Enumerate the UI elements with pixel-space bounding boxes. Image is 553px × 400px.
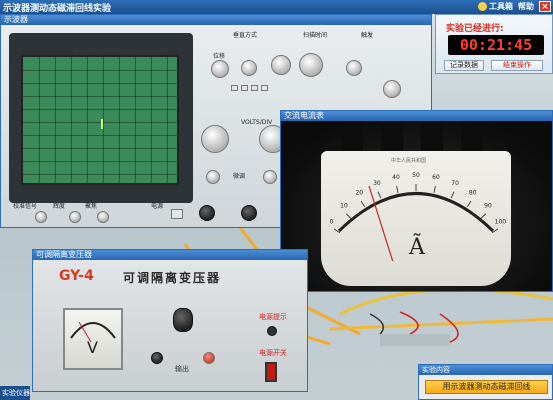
crt-screen <box>21 55 179 185</box>
trigger-knob[interactable] <box>383 80 401 98</box>
power-button[interactable] <box>171 209 183 219</box>
mode-button-3[interactable] <box>251 85 258 91</box>
ammeter-tick-label: 90 <box>484 203 492 210</box>
ammeter-tick-mark <box>466 200 472 208</box>
focus-label: 聚焦 <box>85 203 98 210</box>
experiment-content-panel: 实验内容 用示波器测动态磁滞回线 <box>418 364 553 400</box>
app-title: 示波器测动态磁滞回线实验 <box>3 3 112 14</box>
end-operation-button[interactable]: 结束操作 <box>491 60 543 71</box>
power-indicator-label: 电源提示 <box>259 313 287 321</box>
brightness-label: 辉度 <box>53 203 66 210</box>
toolbox-button[interactable]: 工具箱 <box>478 1 513 12</box>
ch2-fine-knob[interactable] <box>263 170 277 184</box>
voltmeter-unit-symbol: V <box>87 338 98 357</box>
ammeter-tick-label: 0 <box>330 218 334 225</box>
timer-display: 00:21:45 <box>448 35 544 55</box>
sweep-knob[interactable] <box>299 53 323 77</box>
help-label: 帮助 <box>518 2 534 11</box>
sweep-label: 扫描时间 <box>303 32 328 39</box>
ammeter-tick-label: 50 <box>412 172 420 179</box>
toolbox-label: 工具箱 <box>489 2 513 11</box>
ammeter-tick-label: 80 <box>469 190 477 197</box>
calib-label: 校准信号 <box>13 203 38 210</box>
help-button[interactable]: 帮助 <box>518 1 534 12</box>
power-switch[interactable] <box>265 362 277 382</box>
vertical-mode-label: 垂直方式 <box>233 32 258 39</box>
output-label: 输出 <box>175 365 189 373</box>
ammeter-tick-label: 40 <box>392 174 400 181</box>
experiment-item[interactable]: 用示波器测动态磁滞回线 <box>425 380 548 394</box>
x-position-knob[interactable] <box>271 55 291 75</box>
ammeter-window[interactable]: 交流电流表 中华人民共和国 0 10 20 30 40 50 60 70 80 90 100 Ã <box>280 110 553 292</box>
ammeter-tick-label: 70 <box>451 180 459 187</box>
trigger-label: 触发 <box>361 32 374 39</box>
volts-div-label: VOLTS/DIV <box>241 119 273 126</box>
voltmeter-dial: V <box>63 308 123 370</box>
oscilloscope-brand: YB4320C 20MHz OSCILLOSCOPE <box>71 48 169 55</box>
ammeter-tick-mark <box>377 191 382 199</box>
terminal-4 <box>461 123 483 151</box>
ammeter-tick-label: 100 <box>495 218 507 225</box>
transformer-window[interactable]: 可调隔离变压器 GY-4 可调隔离变压器 V 输出 电源提示 电源开关 <box>32 249 308 392</box>
power-label: 电源 <box>151 203 164 210</box>
transformer-name: 可调隔离变压器 <box>123 271 222 285</box>
ch1-volts-div-knob[interactable] <box>201 125 229 153</box>
ammeter-tick-mark <box>450 191 455 199</box>
ammeter-unit-symbol: Ã <box>409 235 425 260</box>
ammeter-tick-label: 30 <box>373 180 381 187</box>
focus-knob[interactable] <box>69 211 81 223</box>
ammeter-tick-mark <box>433 185 436 193</box>
terminal-1 <box>341 123 363 151</box>
voltage-adjust-knob[interactable] <box>173 308 193 332</box>
brightness-knob[interactable] <box>35 211 47 223</box>
instruments-tab[interactable]: 实验仪器 <box>0 386 30 400</box>
ammeter-tick-mark <box>360 200 366 208</box>
oscilloscope-window-title: 示波器 <box>1 15 431 25</box>
terminal-3 <box>421 123 443 151</box>
ammeter-tick-label: 60 <box>432 174 440 181</box>
shift-label: 位移 <box>213 53 226 60</box>
ammeter-body: 中华人民共和国 0 10 20 30 40 50 60 70 80 90 100 Ã <box>281 121 552 291</box>
ammeter-tick-mark <box>480 213 487 219</box>
ch1-input-connector[interactable] <box>199 205 215 221</box>
timer-panel: 实验已经进行: 00:21:45 记录数据 结束操作 <box>435 14 553 74</box>
toolbox-icon <box>478 2 487 11</box>
app-titlebar: 示波器测动态磁滞回线实验 工具箱 帮助 × <box>0 0 553 14</box>
titlebar-actions: 工具箱 帮助 × <box>478 1 551 12</box>
ammeter-tick-label: 10 <box>340 203 348 210</box>
trace-signal <box>101 119 103 129</box>
mode-button-4[interactable] <box>261 85 268 91</box>
power-switch-label: 电源开关 <box>259 349 287 357</box>
timer-label: 实验已经进行: <box>446 24 504 34</box>
ch1-position-knob[interactable] <box>211 60 229 78</box>
ammeter-tick-label: 20 <box>355 190 363 197</box>
output-terminal-red[interactable] <box>203 352 215 364</box>
power-indicator-lamp <box>267 326 277 336</box>
transformer-window-title: 可调隔离变压器 <box>33 250 307 260</box>
record-data-button[interactable]: 记录数据 <box>444 60 484 71</box>
ch2-input-connector[interactable] <box>241 205 257 221</box>
ammeter-dial: 中华人民共和国 0 10 20 30 40 50 60 70 80 90 100 Ã <box>321 151 511 286</box>
terminal-2 <box>381 123 403 151</box>
ch2-position-knob[interactable] <box>241 60 257 76</box>
close-button[interactable]: × <box>539 1 551 12</box>
mode-button-2[interactable] <box>241 85 248 91</box>
ammeter-window-title: 交流电流表 <box>281 111 552 121</box>
ammeter-tick-mark <box>396 185 399 193</box>
mode-button-1[interactable] <box>231 85 238 91</box>
ch1-fine-knob[interactable] <box>206 170 220 184</box>
transformer-brand: GY-4 <box>59 268 94 284</box>
fine-label: 微调 <box>233 173 246 180</box>
transformer-panel: GY-4 可调隔离变压器 V 输出 电源提示 电源开关 <box>33 260 307 391</box>
ammeter-tick-mark <box>345 213 352 219</box>
rotation-knob[interactable] <box>97 211 109 223</box>
output-terminal-black[interactable] <box>151 352 163 364</box>
experiment-content-title: 实验内容 <box>419 365 552 375</box>
level-knob[interactable] <box>346 60 362 76</box>
